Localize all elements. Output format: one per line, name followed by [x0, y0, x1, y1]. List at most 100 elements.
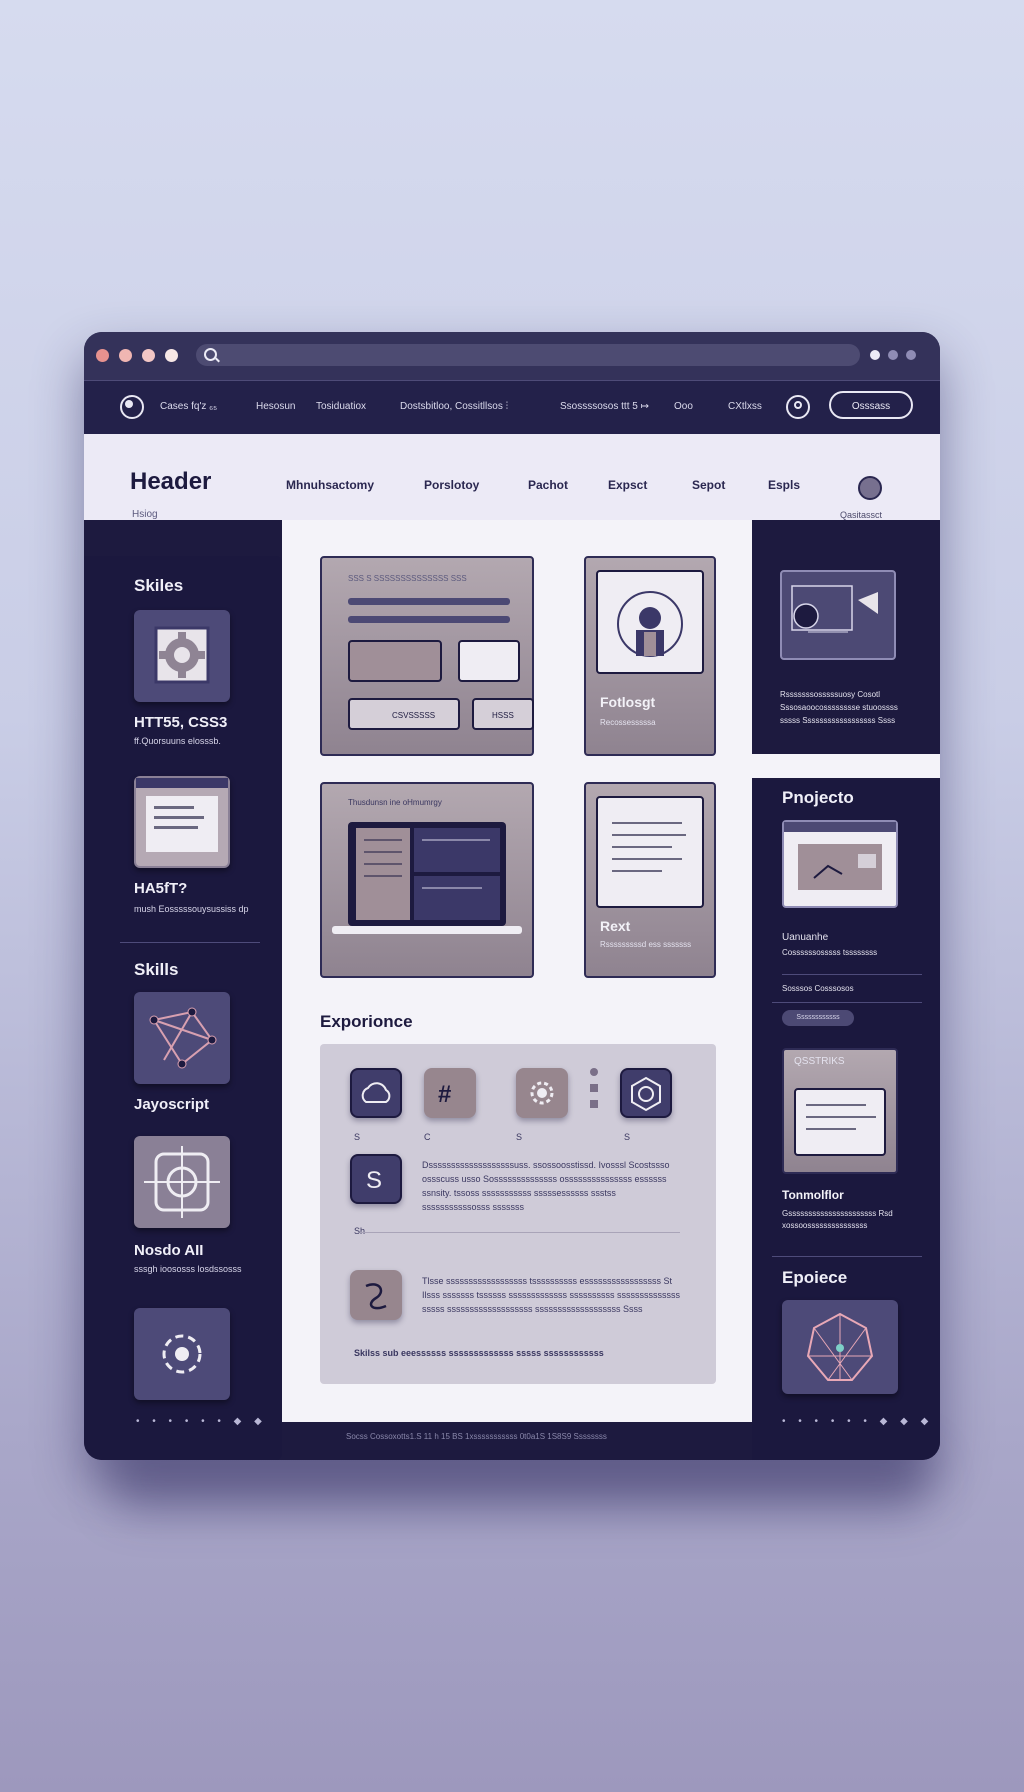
- right-top-card[interactable]: Rsssssssosssssuosy Cosotl Sssosaoocossss…: [752, 556, 940, 754]
- menu-dot-icon[interactable]: [888, 350, 898, 360]
- hash-icon: #: [438, 1081, 451, 1108]
- bullet-icon: [590, 1100, 598, 1108]
- left-sidebar: Skiles HTT55, CSS3 ff.Quorsuuns elosssb.: [84, 556, 282, 1460]
- logo-icon[interactable]: [120, 395, 144, 419]
- react-card[interactable]: Rext Rsssssssssd ess sssssss: [584, 782, 716, 978]
- close-window-button[interactable]: [96, 349, 109, 362]
- divider: [120, 942, 260, 943]
- header: Header Hsiog Mhnuhsactomy Porslotoy Pach…: [84, 434, 940, 520]
- python-icon: S: [366, 1167, 382, 1194]
- experience-row-2-text: Tlsse ssssssssssssssssss tssssssssss ess…: [422, 1276, 681, 1314]
- card1-btn-2[interactable]: HSSS: [472, 698, 534, 730]
- squiggle-icon: [365, 1283, 387, 1310]
- tag-card[interactable]: QSSTRIKS: [782, 1048, 898, 1174]
- project-card-1[interactable]: SSS S SSSSSSSSSSSSSS SSS CSVSSSSS HSSS: [320, 556, 534, 756]
- user-icon[interactable]: [786, 395, 810, 419]
- skill-card-js[interactable]: [134, 992, 230, 1084]
- right-sidebar: Pnojecto Uanuanhe Cossssssosssss tssssss…: [752, 780, 940, 1460]
- project-desc: Cossssssosssss tssssssss: [782, 948, 878, 957]
- laptop-icon: [332, 822, 522, 934]
- skill-card-node[interactable]: [134, 1136, 230, 1228]
- vector-path-icon: [149, 1007, 217, 1069]
- globe-icon: [631, 1076, 661, 1112]
- footer-text: Socss Cossoxotts1.S 11 h 15 BS 1xsssssss…: [346, 1432, 607, 1441]
- skill-desc-node: sssgh ioososss losdssosss: [134, 1264, 242, 1274]
- page-title: Header: [130, 468, 212, 495]
- cloud-icon: [361, 1082, 391, 1103]
- document-icon: [458, 640, 520, 682]
- url-bar[interactable]: [196, 344, 860, 366]
- extra-window-button[interactable]: [165, 349, 178, 362]
- card1-btn-1[interactable]: CSVSSSSS: [348, 698, 460, 730]
- skill-card-browser[interactable]: [134, 776, 230, 868]
- project-tag[interactable]: Ssssssssssss: [782, 1010, 854, 1026]
- portfolio-card[interactable]: Fotlosgt Recossesssssa: [584, 556, 716, 756]
- nav-link-1[interactable]: Cases fq'z ₆₅: [160, 401, 217, 412]
- minimize-window-button[interactable]: [119, 349, 132, 362]
- laptop-card[interactable]: Thusdunsn ine oHmumrgy: [320, 782, 534, 978]
- presentation-screen: [780, 570, 896, 660]
- header-nav-2[interactable]: Porslotoy: [424, 478, 479, 492]
- header-nav-5[interactable]: Sepot: [692, 478, 725, 492]
- tag-card-title: QSSTRIKS: [794, 1056, 845, 1067]
- experience-row-2-icon[interactable]: [350, 1270, 402, 1320]
- skills-heading-2: Skills: [134, 960, 179, 979]
- portfolio-desc: Recossesssssa: [600, 718, 656, 727]
- right-gap: [752, 754, 940, 778]
- menu-dot-icon[interactable]: [906, 350, 916, 360]
- card1-caption: SSS S SSSSSSSSSSSSSS SSS: [348, 574, 467, 583]
- menu-dot-icon[interactable]: [870, 350, 880, 360]
- nav-link-6[interactable]: Ooo: [674, 401, 693, 412]
- icon-label: S: [516, 1132, 523, 1142]
- card1-bar: [348, 616, 510, 623]
- presentation-icon: [791, 585, 878, 633]
- cloud-icon-tile[interactable]: [350, 1068, 402, 1118]
- document-icon: [794, 1088, 886, 1156]
- header-nav-3[interactable]: Pachot: [528, 478, 568, 492]
- globe-icon-tile[interactable]: [620, 1068, 672, 1118]
- header-subtitle: Hsiog: [132, 509, 158, 520]
- experience-heading-right: Epoiece: [782, 1268, 848, 1287]
- nav-link-5[interactable]: Ssossssosos ttt 5 ↦: [560, 401, 649, 412]
- experience-row-2-meta: Skilss sub eeessssss sssssssssssss sssss…: [354, 1348, 604, 1358]
- avatar[interactable]: [858, 476, 882, 500]
- skill-label-2: HA5fT?: [134, 880, 188, 897]
- skills-heading: Skiles: [134, 576, 184, 595]
- maximize-window-button[interactable]: [142, 349, 155, 362]
- grid-icon-tile[interactable]: #: [424, 1068, 476, 1118]
- header-aux-label: Qasitassct: [840, 510, 883, 520]
- network-icon: [806, 1312, 874, 1381]
- skill-card-5[interactable]: [134, 1308, 230, 1400]
- experience-row-1-icon[interactable]: S: [350, 1154, 402, 1204]
- image-gallery-icon: [348, 640, 442, 682]
- project-name: Uanuanhe: [782, 932, 829, 943]
- divider: [360, 1232, 680, 1233]
- skill-label-js: Jayoscript: [134, 1096, 210, 1113]
- card1-bar: [348, 598, 510, 605]
- nav-link-4[interactable]: Dostsbitloo, Cossitllsos ⫶: [400, 401, 508, 412]
- network-card[interactable]: [782, 1300, 898, 1394]
- user-profile-icon: [617, 591, 683, 657]
- skill-card-html[interactable]: [134, 610, 230, 702]
- skill-label-node: Nosdo AII: [134, 1242, 204, 1259]
- sun-icon-tile[interactable]: [516, 1068, 568, 1118]
- nav-link-2[interactable]: Hesosun: [256, 401, 295, 412]
- icon-label: S: [354, 1132, 361, 1142]
- circuit-icon: [144, 1146, 220, 1218]
- browser-window: Cases fq'z ₆₅ Hesosun Tosiduatiox Dostsb…: [84, 332, 940, 1460]
- svg-text:S: S: [366, 1167, 382, 1194]
- chart-preview-icon: [784, 822, 896, 890]
- header-nav-4[interactable]: Expsct: [608, 478, 647, 492]
- project-preview[interactable]: [782, 820, 898, 908]
- header-nav-6[interactable]: Espls: [768, 478, 800, 492]
- nav-cta-button[interactable]: Osssass: [829, 391, 913, 419]
- project-link[interactable]: Sosssos Cosssosos: [782, 984, 854, 993]
- top-navbar: Cases fq'z ₆₅ Hesosun Tosiduatiox Dostsb…: [84, 380, 940, 435]
- nav-link-3[interactable]: Tosiduatiox: [316, 401, 366, 412]
- gear-icon: [154, 626, 210, 684]
- nav-link-7[interactable]: CXtlxss: [728, 401, 762, 412]
- icon-label: C: [424, 1132, 431, 1142]
- profile-screen: [596, 570, 704, 674]
- gear-icon: [530, 1081, 554, 1105]
- header-nav-1[interactable]: Mhnuhsactomy: [286, 478, 374, 492]
